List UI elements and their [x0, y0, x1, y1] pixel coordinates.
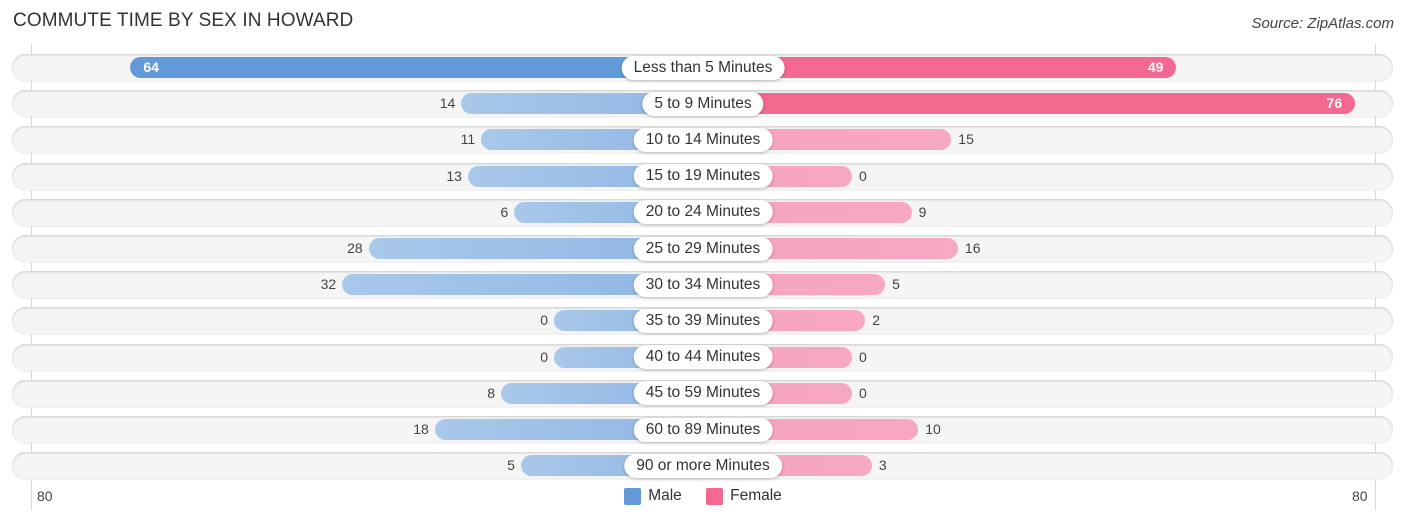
- value-label-male: 64: [143, 59, 159, 75]
- value-label-male: 5: [507, 457, 515, 474]
- value-label-female: 9: [918, 203, 927, 220]
- category-label: 25 to 29 Minutes: [633, 236, 773, 261]
- value-label-female: 10: [925, 421, 941, 437]
- source-label: Source: ZipAtlas.com: [1251, 15, 1394, 32]
- legend: Male Female: [0, 487, 1406, 510]
- category-label: 15 to 19 Minutes: [633, 164, 773, 189]
- legend-label-female: Female: [730, 487, 782, 504]
- chart-title: COMMUTE TIME BY SEX IN HOWARD: [13, 10, 354, 31]
- category-label: 5 to 9 Minutes: [642, 91, 764, 116]
- value-label-male: 11: [460, 131, 476, 148]
- value-label-male: 28: [347, 240, 363, 256]
- value-label-female: 0: [859, 348, 867, 365]
- value-label-female: 3: [878, 457, 887, 474]
- category-label: 35 to 39 Minutes: [633, 308, 773, 333]
- bar-female[interactable]: [703, 93, 1356, 115]
- legend-swatch-female: [706, 487, 724, 505]
- value-label-female: 2: [872, 312, 881, 329]
- category-label: 20 to 24 Minutes: [633, 200, 773, 225]
- value-label-female: 5: [892, 276, 900, 293]
- value-label-female: 76: [1326, 95, 1343, 112]
- value-label-female: 0: [859, 167, 867, 184]
- value-label-male: 8: [487, 384, 496, 401]
- category-label: 30 to 34 Minutes: [633, 272, 773, 297]
- legend-item-female[interactable]: Female: [706, 487, 782, 505]
- legend-swatch-male: [624, 487, 642, 505]
- legend-item-male[interactable]: Male: [624, 487, 682, 505]
- value-label-male: 0: [540, 312, 548, 329]
- category-label: 40 to 44 Minutes: [633, 345, 773, 370]
- category-label: 45 to 59 Minutes: [633, 381, 773, 406]
- value-label-male: 0: [540, 348, 548, 365]
- bar-male[interactable]: [130, 57, 703, 78]
- value-label-male: 13: [446, 167, 462, 184]
- value-label-male: 18: [413, 421, 429, 437]
- value-label-male: 14: [439, 95, 456, 112]
- value-label-male: 32: [320, 276, 337, 293]
- category-label: 90 or more Minutes: [624, 453, 782, 478]
- value-label-male: 6: [500, 203, 509, 220]
- category-label: 10 to 14 Minutes: [633, 127, 773, 152]
- category-label: Less than 5 Minutes: [621, 55, 785, 80]
- value-label-female: 0: [859, 384, 867, 401]
- value-label-female: 49: [1147, 59, 1164, 75]
- value-label-female: 16: [964, 240, 981, 256]
- category-label: 60 to 89 Minutes: [633, 417, 773, 442]
- value-label-female: 15: [958, 131, 974, 148]
- legend-label-male: Male: [648, 487, 682, 504]
